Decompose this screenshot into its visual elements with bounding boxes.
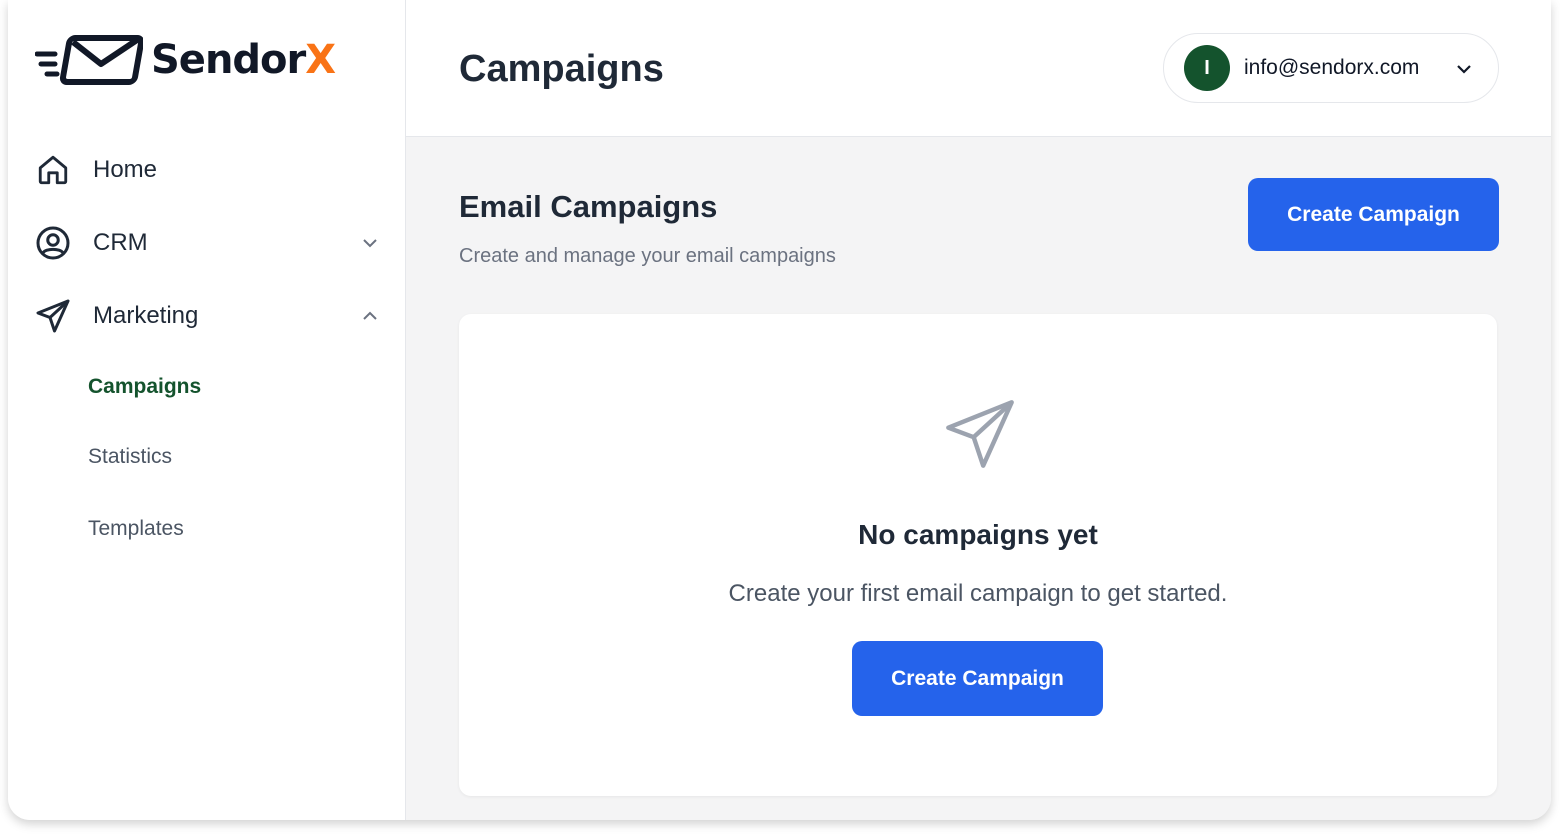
create-campaign-button[interactable]: Create Campaign (1248, 178, 1499, 251)
empty-state-title: No campaigns yet (858, 519, 1098, 550)
sidebar-item-label: Home (93, 156, 158, 183)
sidebar-item-marketing[interactable]: Marketing (35, 292, 380, 340)
sidebar: SendorX Home CRM Marketing Campaigns Sta… (8, 0, 406, 820)
create-campaign-empty-button[interactable]: Create Campaign (852, 641, 1103, 716)
user-circle-icon (35, 225, 71, 261)
empty-state-card: No campaigns yet Create your first email… (459, 314, 1497, 796)
content: Email Campaigns Create and manage your e… (406, 137, 1551, 820)
brand-name: SendorX (151, 37, 336, 83)
page-title: Campaigns (459, 48, 664, 90)
empty-state-subtitle: Create your first email campaign to get … (728, 580, 1228, 607)
sidebar-subitem-campaigns[interactable]: Campaigns (88, 375, 201, 399)
main-area: Campaigns I info@sendorx.com Email Campa… (406, 0, 1551, 820)
sidebar-subitem-statistics[interactable]: Statistics (88, 445, 172, 469)
brand-accent: X (305, 37, 336, 83)
section-subtitle: Create and manage your email campaigns (459, 245, 836, 267)
logo[interactable]: SendorX (35, 32, 336, 88)
sidebar-item-home[interactable]: Home (35, 146, 380, 194)
chevron-down-icon (1457, 65, 1471, 74)
sidebar-item-crm[interactable]: CRM (35, 219, 380, 267)
account-email: info@sendorx.com (1244, 56, 1420, 79)
sidebar-subitem-templates[interactable]: Templates (88, 517, 184, 541)
paper-plane-icon (946, 400, 1014, 468)
home-icon (35, 152, 71, 188)
envelope-logo-icon (35, 35, 143, 85)
account-menu[interactable]: I info@sendorx.com (1163, 33, 1499, 103)
top-bar: Campaigns I info@sendorx.com (406, 0, 1551, 137)
sidebar-item-label: Marketing (93, 302, 199, 329)
sidebar-item-label: CRM (93, 229, 148, 256)
avatar: I (1184, 45, 1230, 91)
app-window: SendorX Home CRM Marketing Campaigns Sta… (8, 0, 1551, 820)
send-icon (35, 298, 71, 334)
chevron-up-icon[interactable] (360, 306, 380, 326)
section-title: Email Campaigns (459, 189, 718, 224)
chevron-down-icon[interactable] (360, 233, 380, 253)
